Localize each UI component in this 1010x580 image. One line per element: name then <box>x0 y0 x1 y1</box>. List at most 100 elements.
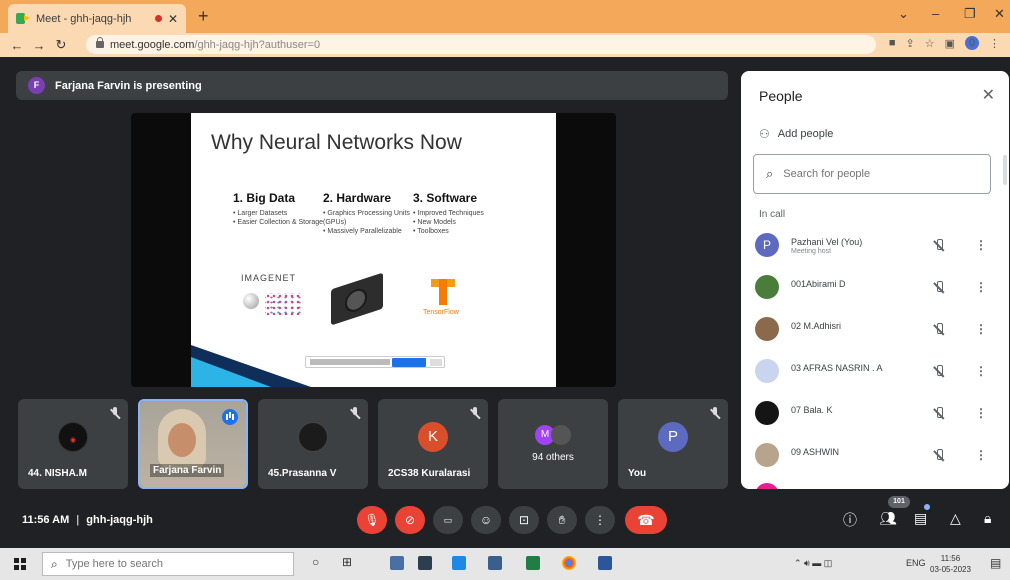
slide-title: Why Neural Networks Now <box>211 131 462 154</box>
more-options-icon[interactable]: ⋮ <box>975 238 987 252</box>
tab-search-icon[interactable]: ⌄ <box>898 6 909 22</box>
muted-mic-icon <box>350 407 360 419</box>
stop-sharing-button[interactable] <box>392 358 426 367</box>
new-tab-button[interactable]: + <box>198 6 209 27</box>
tray-icons[interactable]: ⌃ 🔊︎ ▬ ◫ <box>794 558 832 569</box>
people-button[interactable]: 👥︎ <box>879 510 897 527</box>
chat-button[interactable]: ▤ <box>914 510 927 527</box>
presenting-text: Farjana Farvin is presenting <box>55 79 202 92</box>
taskbar-search-box[interactable]: ⌕ <box>42 552 294 576</box>
leave-call-button[interactable]: ☎︎ <box>625 506 667 534</box>
hide-button[interactable] <box>430 359 442 366</box>
store-icon[interactable] <box>418 556 432 570</box>
bullet: Toolboxes <box>413 227 503 236</box>
taskbar-clock[interactable]: 11:56 03-05-2023 <box>930 553 971 575</box>
reactions-button[interactable]: ☺ <box>471 506 501 534</box>
task-view-icon[interactable]: ⊞ <box>342 555 352 569</box>
captions-button[interactable]: ▭ <box>433 506 463 534</box>
participant-name: You <box>628 468 647 479</box>
bookmark-star-icon[interactable]: ☆ <box>925 37 935 50</box>
browser-tab-meet[interactable]: Meet - ghh-jaqg-hjh ✕ <box>8 4 186 33</box>
windows-taskbar: ⌕ ○ ⊞ ⌃ 🔊︎ ▬ ◫ ENG 11:56 03-05-2023 ▤ <box>0 548 1010 580</box>
bullet: Improved Techniques <box>413 209 503 218</box>
self-tile[interactable]: P You <box>618 399 728 489</box>
participant-row[interactable] <box>755 481 995 489</box>
more-options-icon[interactable]: ⋮ <box>975 280 987 294</box>
share-icon[interactable]: ⇪ <box>906 37 915 50</box>
taskbar-search-input[interactable] <box>65 558 266 570</box>
bullet: Easier Collection & Storage <box>233 218 323 227</box>
more-options-icon[interactable]: ⋮ <box>975 448 987 462</box>
excel-icon[interactable] <box>526 556 540 570</box>
address-bar[interactable]: meet.google.com/ghh-jaqg-hjh?authuser=0 <box>86 35 876 54</box>
avatar <box>755 317 779 341</box>
participant-tile[interactable]: ◉ 44. NISHA.M <box>18 399 128 489</box>
camera-toggle-button[interactable]: ⊘ <box>395 506 425 534</box>
back-button[interactable]: ← <box>6 38 28 53</box>
participant-row[interactable]: 09 ASHWIN ⋮ <box>755 441 995 471</box>
imagenet-logo: IMAGENET <box>241 273 297 283</box>
participant-tile[interactable]: K 2CS38 Kuralarasi <box>378 399 488 489</box>
avatar <box>755 275 779 299</box>
search-icon: ⌕ <box>766 166 774 181</box>
avatar <box>551 425 571 445</box>
meeting-details-button[interactable]: ⓘ <box>843 510 857 530</box>
present-now-button[interactable]: ⊡ <box>509 506 539 534</box>
panel-scrollbar[interactable] <box>1003 155 1007 185</box>
host-controls-button[interactable]: 🔒︎ <box>984 510 991 527</box>
participant-tile-active-speaker[interactable]: Farjana Farvin <box>138 399 248 489</box>
column-heading: 1. Big Data <box>233 191 296 205</box>
notification-icon[interactable]: ▤ <box>990 556 1001 570</box>
more-options-icon[interactable]: ⋮ <box>975 406 987 420</box>
reload-button[interactable]: ↻ <box>50 37 72 53</box>
app-icon[interactable] <box>488 556 502 570</box>
bullet: Larger Datasets <box>233 209 323 218</box>
windows-start-icon[interactable] <box>14 558 26 570</box>
raise-hand-button[interactable]: ✋︎ <box>547 506 577 534</box>
mic-off-icon <box>933 323 945 337</box>
image-cluster-graphic <box>265 293 303 315</box>
file-explorer-icon[interactable] <box>390 556 404 570</box>
hand-icon: ✋︎ <box>558 513 566 527</box>
chrome-icon[interactable] <box>562 556 576 570</box>
others-tile[interactable]: M 94 others <box>498 399 608 489</box>
participant-row[interactable]: 07 Bala. K ⋮ <box>755 399 995 429</box>
side-panel-icon[interactable]: ▣ <box>945 37 955 50</box>
input-language[interactable]: ENG <box>906 558 926 568</box>
participant-row[interactable]: 001Abirami D ⋮ <box>755 273 995 303</box>
maximize-button[interactable]: ❐ <box>964 6 976 22</box>
more-options-icon[interactable]: ⋮ <box>975 364 987 378</box>
microphone-toggle-button[interactable]: 🎙︎ <box>357 506 387 534</box>
presenter-avatar: F <box>28 77 45 94</box>
browser-menu-icon[interactable]: ⋮ <box>989 37 1000 50</box>
more-options-icon[interactable]: ⋮ <box>975 322 987 336</box>
add-people-label: Add people <box>777 128 834 140</box>
present-icon: ⊡ <box>518 513 530 527</box>
participant-row[interactable]: P Pazhani Vel (You) Meeting host ⋮ <box>755 231 995 261</box>
participant-name: 001Abirami D <box>791 279 846 289</box>
add-people-button[interactable]: ⚇ Add people <box>759 127 833 141</box>
participant-tile[interactable]: 45.Prasanna V <box>258 399 368 489</box>
search-input[interactable] <box>783 168 964 180</box>
muted-mic-icon <box>710 407 720 419</box>
camera-indicator-icon[interactable]: ■ <box>889 37 896 49</box>
word-icon[interactable] <box>598 556 612 570</box>
activities-button[interactable]: △ <box>950 510 961 527</box>
mail-icon[interactable] <box>452 556 466 570</box>
screen-share-stage[interactable]: Why Neural Networks Now 1. Big Data Larg… <box>131 113 616 387</box>
bullet: Massively Parallelizable <box>323 227 413 236</box>
minimize-button[interactable]: – <box>932 6 939 21</box>
forward-button[interactable]: → <box>28 38 50 53</box>
close-window-button[interactable]: ✕ <box>994 6 1005 22</box>
bullet: Graphics Processing Units (GPUs) <box>323 209 413 227</box>
slide-column-hardware: 2. Hardware Graphics Processing Units (G… <box>323 191 413 236</box>
participant-row[interactable]: 03 AFRAS NASRIN . A ⋮ <box>755 357 995 387</box>
close-panel-icon[interactable]: ✕ <box>982 85 995 105</box>
cortana-icon[interactable]: ○ <box>312 555 319 569</box>
meeting-info: 11:56 AM | ghh-jaqg-hjh <box>22 514 153 526</box>
more-options-button[interactable]: ⋮ <box>585 506 615 534</box>
participant-row[interactable]: 02 M.Adhisri ⋮ <box>755 315 995 345</box>
tab-close-icon[interactable]: ✕ <box>168 12 178 26</box>
people-search-box[interactable]: ⌕ <box>753 154 991 194</box>
profile-avatar[interactable]: 0 <box>965 36 979 50</box>
